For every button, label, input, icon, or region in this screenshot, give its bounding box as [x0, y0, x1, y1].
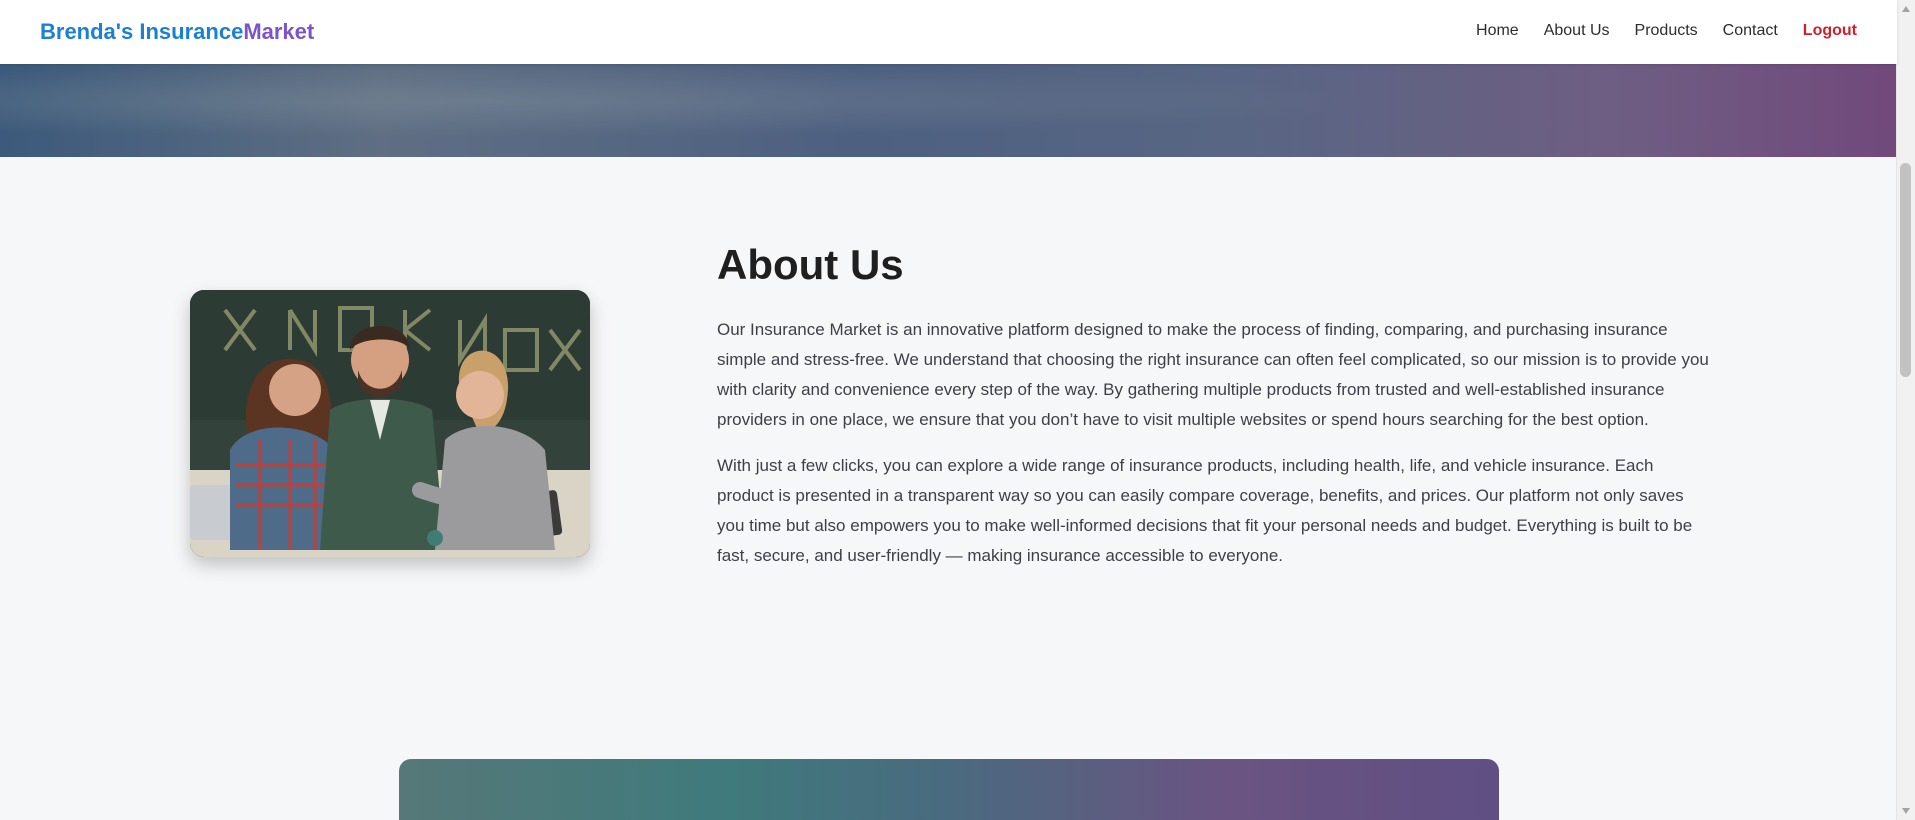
nav-contact-link[interactable]: Contact	[1723, 22, 1778, 40]
about-paragraph-2: With just a few clicks, you can explore …	[717, 456, 1693, 566]
about-paragraph-1: Our Insurance Market is an innovative pl…	[717, 320, 1709, 430]
team-photo-illustration	[190, 290, 590, 557]
scrollbar-thumb[interactable]	[1900, 163, 1911, 377]
scroll-down-icon[interactable]	[1902, 808, 1910, 814]
hero-gradient-banner	[0, 64, 1897, 157]
next-section-gradient-card	[399, 759, 1499, 820]
top-navbar: Brenda's InsuranceMarket Home About Us P…	[0, 0, 1897, 64]
logout-link[interactable]: Logout	[1803, 22, 1857, 40]
about-section: About Us Our Insurance Market is an inno…	[0, 157, 1897, 677]
team-photo	[190, 290, 590, 557]
nav-products-link[interactable]: Products	[1635, 22, 1698, 40]
about-title: About Us	[717, 241, 904, 288]
page: Brenda's InsuranceMarket Home About Us P…	[0, 0, 1915, 820]
main-navigation: Home About Us Products Contact Logout	[1476, 22, 1857, 40]
about-content: About Us Our Insurance Market is an inno…	[717, 241, 1711, 587]
scroll-up-icon[interactable]	[1902, 6, 1910, 12]
vertical-scrollbar[interactable]	[1896, 0, 1915, 820]
brand-name-secondary: Market	[243, 19, 315, 44]
nav-about-link[interactable]: About Us	[1544, 22, 1610, 40]
nav-home-link[interactable]: Home	[1476, 22, 1519, 40]
brand-name-primary: Brenda's Insurance	[40, 19, 244, 44]
brand-logo-link[interactable]: Brenda's InsuranceMarket	[40, 19, 314, 45]
